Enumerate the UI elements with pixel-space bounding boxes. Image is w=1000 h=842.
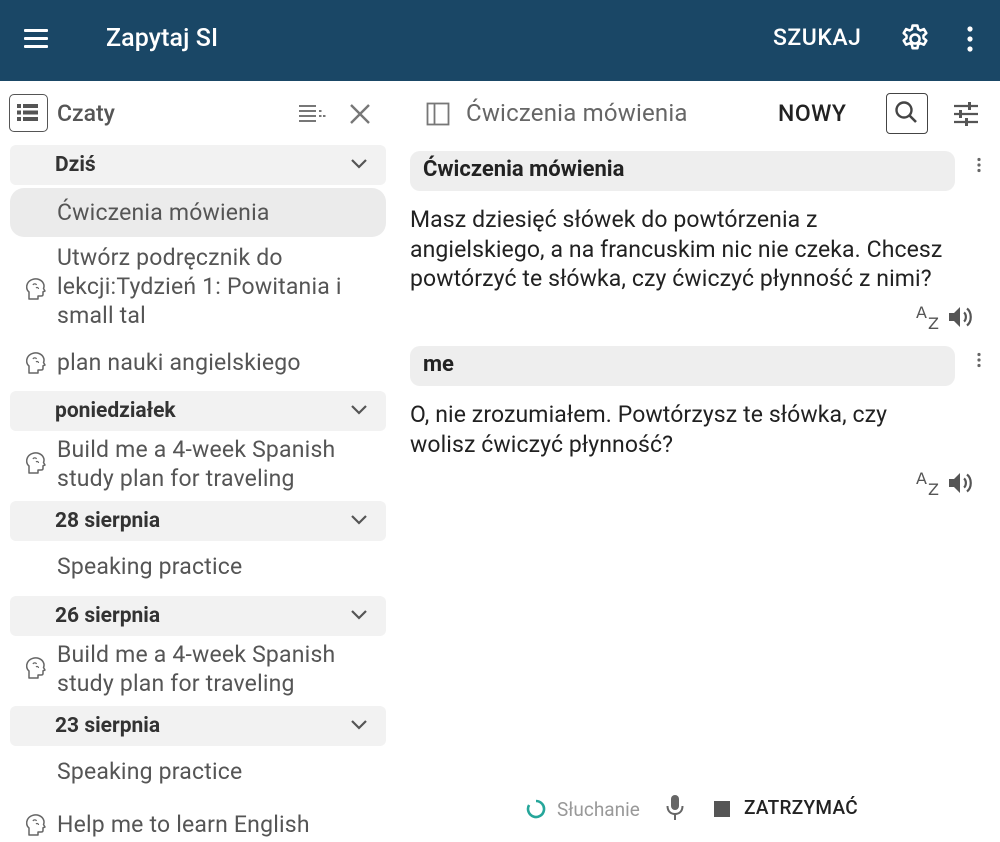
chat-list-header: Czaty (0, 81, 395, 145)
chat-item-learn-english[interactable]: Help me to learn English (10, 807, 386, 842)
translate-glyph: Z (928, 480, 939, 497)
chat-item-spanish-plan[interactable]: Build me a 4-week Spanish study plan for… (10, 433, 386, 495)
group-header-monday[interactable]: poniedziałek (10, 391, 386, 431)
brain-icon (25, 352, 46, 374)
chats-title: Czaty (57, 100, 115, 127)
message-header: me (410, 346, 955, 386)
chevron-down-icon (351, 159, 367, 169)
group-label: Dziś (55, 153, 96, 177)
chat-item-label-line: small tal (57, 302, 146, 329)
app-bar: Zapytaj SI SZUKAJ (0, 0, 1000, 81)
chat-item-label: Speaking practice (57, 553, 243, 580)
translate-glyph: A (916, 469, 927, 488)
app-title: Zapytaj SI (106, 24, 219, 53)
message-line: powtórzyć te słówka, czy ćwiczyć płynnoś… (410, 265, 932, 292)
chat-item-spanish-plan[interactable]: Build me a 4-week Spanish study plan for… (10, 638, 386, 700)
speaker-icon[interactable] (947, 470, 975, 496)
message-sender: me (423, 352, 454, 377)
group-label: poniedziałek (55, 399, 176, 423)
chat-item-label-line: Utwórz podręcznik do (57, 244, 283, 271)
chat-item-label: Help me to learn English (57, 811, 310, 838)
brain-icon (25, 814, 46, 836)
group-label: 23 sierpnia (55, 714, 161, 738)
chevron-down-icon (351, 720, 367, 730)
chevron-down-icon (351, 405, 367, 415)
close-icon[interactable] (347, 101, 373, 127)
chevron-down-icon (351, 610, 367, 620)
menu-icon[interactable] (22, 26, 52, 52)
brain-icon (25, 452, 46, 474)
search-conversation-button[interactable] (886, 93, 928, 134)
brain-icon (25, 657, 46, 679)
chat-item-label: Speaking practice (57, 758, 243, 785)
loading-spinner-icon (526, 799, 546, 819)
translate-glyph: A (916, 303, 927, 322)
group-label: 26 sierpnia (55, 604, 161, 628)
group-label: 28 sierpnia (55, 509, 161, 533)
message-sender: Ćwiczenia mówienia (423, 157, 625, 182)
message-line: angielskiego, a na francuskim nic nie cz… (410, 235, 943, 263)
conversation-title: Ćwiczenia mówienia (466, 99, 688, 127)
chat-item-label-line: study plan for traveling (57, 465, 295, 492)
chat-item-handbook[interactable]: Utwórz podręcznik do lekcji:Tydzień 1: P… (10, 241, 386, 333)
message-body: O, nie zrozumiałem. Powtórzysz te słówka… (410, 400, 995, 459)
chat-list-panel: Czaty Dziś Ćwiczenia mówienia Utwórz pod… (0, 81, 395, 842)
chat-item-label: plan nauki angielskiego (57, 349, 301, 376)
tune-icon[interactable] (952, 101, 980, 127)
chat-item-speaking-practice[interactable]: Speaking practice (10, 754, 386, 790)
message-line: Masz dziesięć słówek do powtórzenia z (410, 206, 818, 233)
gear-icon[interactable] (898, 22, 932, 56)
translate-icon[interactable]: A Z (915, 303, 943, 331)
brain-icon (25, 278, 46, 300)
message-more-icon[interactable] (976, 157, 982, 173)
translate-glyph: Z (928, 314, 939, 331)
conversation-panel: Ćwiczenia mówienia NOWY Ćwiczenia mówien… (395, 81, 1000, 842)
chat-item-speaking-practice[interactable]: Speaking practice (10, 549, 386, 585)
more-vert-icon[interactable] (960, 24, 980, 54)
sidebar-toggle-icon[interactable] (426, 102, 450, 126)
stop-label: ZATRZYMAĆ (744, 796, 858, 819)
chats-list-icon[interactable] (9, 94, 48, 132)
microphone-icon[interactable] (665, 794, 685, 822)
message-header: Ćwiczenia mówienia (410, 151, 955, 191)
chat-item-english-plan[interactable]: plan nauki angielskiego (10, 345, 386, 381)
message-body: Masz dziesięć słówek do powtórzenia z an… (410, 205, 995, 294)
chat-item-speaking-practice-pl[interactable]: Ćwiczenia mówienia (10, 188, 386, 237)
chat-item-label-line: Build me a 4-week Spanish (57, 641, 336, 668)
chat-item-label-line: study plan for traveling (57, 670, 295, 697)
chevron-down-icon (351, 515, 367, 525)
group-header-today[interactable]: Dziś (10, 145, 386, 185)
message-more-icon[interactable] (976, 352, 982, 368)
speaker-icon[interactable] (947, 304, 975, 330)
search-icon (895, 101, 917, 123)
list-view-icon[interactable] (298, 103, 326, 123)
search-button[interactable]: SZUKAJ (773, 24, 861, 51)
message-line: O, nie zrozumiałem. Powtórzysz te słówka… (410, 401, 888, 428)
voice-bar: Słuchanie ZATRZYMAĆ (395, 786, 1000, 826)
chat-item-label-line: lekcji:Tydzień 1: Powitania i (57, 273, 342, 300)
message-line: wolisz ćwiczyć płynność? (410, 430, 674, 458)
listening-status: Słuchanie (557, 798, 640, 821)
group-header-aug-23[interactable]: 23 sierpnia (10, 706, 386, 746)
new-chat-button[interactable]: NOWY (778, 100, 846, 127)
stop-icon (714, 801, 730, 817)
chat-item-label-line: Build me a 4-week Spanish (57, 436, 336, 463)
translate-icon[interactable]: A Z (915, 469, 943, 497)
group-header-aug-26[interactable]: 26 sierpnia (10, 596, 386, 636)
group-header-aug-28[interactable]: 28 sierpnia (10, 501, 386, 541)
chat-item-label: Ćwiczenia mówienia (57, 199, 270, 226)
